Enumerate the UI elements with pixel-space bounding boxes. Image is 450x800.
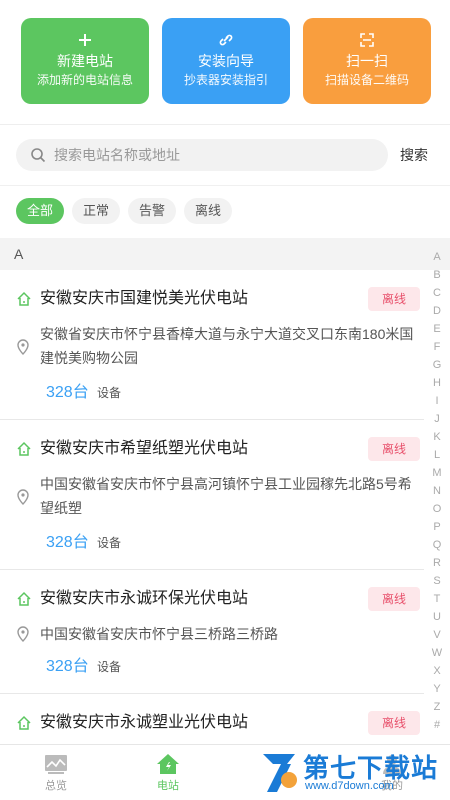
search-icon — [31, 148, 46, 163]
alphabet-letter[interactable]: A — [424, 248, 450, 266]
search-bar: 搜索电站名称或地址 搜索 — [0, 125, 450, 185]
status-badge: 离线 — [368, 711, 420, 735]
device-count: 328台 — [46, 384, 89, 401]
status-filters: 全部 正常 告警 离线 — [0, 186, 450, 236]
status-badge: 离线 — [368, 587, 420, 611]
station-item[interactable]: 安徽安庆市希望纸塑光伏电站 离线 中国安徽省安庆市怀宁县高河镇怀宁县工业园稼先北… — [0, 420, 424, 570]
alphabet-letter[interactable]: Q — [424, 536, 450, 554]
station-name: 安徽安庆市希望纸塑光伏电站 — [40, 440, 249, 457]
device-unit: 设备 — [97, 536, 122, 550]
home-icon — [17, 441, 31, 456]
alphabet-letter[interactable]: L — [424, 446, 450, 464]
alphabet-letter[interactable]: K — [424, 428, 450, 446]
tab-overview-label: 总览 — [45, 780, 67, 792]
station-list: 安徽安庆市国建悦美光伏电站 离线 安徽省安庆市怀宁县香樟大道与永宁大道交叉口东南… — [0, 270, 424, 754]
alphabet-letter[interactable]: M — [424, 464, 450, 482]
station-name: 安徽安庆市永诚塑业光伏电站 — [40, 714, 249, 731]
alphabet-letter[interactable]: H — [424, 374, 450, 392]
filter-normal[interactable]: 正常 — [72, 198, 120, 224]
alphabet-letter[interactable]: I — [424, 392, 450, 410]
chart-icon — [45, 755, 67, 774]
home-icon — [17, 591, 31, 606]
alphabet-index[interactable]: A B C D E F G H I J K L M N O P Q R S T U V W X Y Z # — [424, 248, 450, 734]
station-item[interactable]: 安徽安庆市永诚环保光伏电站 离线 中国安徽省安庆市怀宁县三桥路三桥路 328台 … — [0, 570, 424, 694]
scan-card[interactable]: 扫一扫 扫描设备二维码 — [303, 18, 431, 104]
alphabet-letter[interactable]: V — [424, 626, 450, 644]
alphabet-letter[interactable]: W — [424, 644, 450, 662]
new-station-title: 新建电站 — [57, 53, 113, 69]
filter-alarm[interactable]: 告警 — [128, 198, 176, 224]
alphabet-letter[interactable]: N — [424, 482, 450, 500]
station-name: 安徽安庆市国建悦美光伏电站 — [40, 290, 249, 307]
search-input[interactable]: 搜索电站名称或地址 — [16, 139, 388, 171]
new-station-subtitle: 添加新的电站信息 — [36, 73, 133, 87]
status-badge: 离线 — [368, 287, 420, 311]
tab-stations-label: 电站 — [157, 780, 179, 792]
search-placeholder: 搜索电站名称或地址 — [54, 147, 180, 163]
watermark-logo — [263, 754, 297, 792]
new-station-card[interactable]: 新建电站 添加新的电站信息 — [21, 18, 149, 104]
link-icon — [219, 34, 233, 46]
alphabet-letter[interactable]: S — [424, 572, 450, 590]
status-badge: 离线 — [368, 437, 420, 461]
scan-title: 扫一扫 — [346, 53, 388, 69]
station-address: 中国安徽省安庆市怀宁县高河镇怀宁县工业园稼先北路5号希望纸塑 — [40, 476, 412, 516]
home-icon — [157, 754, 179, 774]
device-count: 328台 — [46, 534, 89, 551]
device-unit: 设备 — [97, 386, 122, 400]
alphabet-letter[interactable]: X — [424, 662, 450, 680]
filter-all[interactable]: 全部 — [16, 198, 64, 224]
watermark: 第七下载站 www.d7down.com — [257, 746, 447, 798]
section-header: A — [0, 238, 450, 270]
tab-stations[interactable]: 电站 — [112, 745, 224, 800]
install-guide-card[interactable]: 安装向导 抄表器安装指引 — [162, 18, 290, 104]
section-letter: A — [14, 246, 24, 262]
station-item[interactable]: 安徽安庆市国建悦美光伏电站 离线 安徽省安庆市怀宁县香樟大道与永宁大道交叉口东南… — [0, 270, 424, 420]
tab-overview[interactable]: 总览 — [0, 745, 112, 800]
alphabet-letter[interactable]: T — [424, 590, 450, 608]
scan-icon — [360, 33, 374, 47]
alphabet-letter[interactable]: B — [424, 266, 450, 284]
watermark-url: www.d7down.com — [305, 780, 394, 792]
alphabet-letter[interactable]: C — [424, 284, 450, 302]
alphabet-letter[interactable]: D — [424, 302, 450, 320]
home-icon — [17, 715, 31, 730]
alphabet-letter[interactable]: Y — [424, 680, 450, 698]
alphabet-letter[interactable]: O — [424, 500, 450, 518]
location-pin-icon — [17, 626, 29, 642]
alphabet-letter[interactable]: Z — [424, 698, 450, 716]
device-unit: 设备 — [97, 660, 122, 674]
station-address: 安徽省安庆市怀宁县香樟大道与永宁大道交叉口东南180米国建悦美购物公园 — [40, 326, 414, 366]
install-guide-subtitle: 抄表器安装指引 — [183, 73, 268, 87]
alphabet-letter[interactable]: F — [424, 338, 450, 356]
alphabet-letter[interactable]: G — [424, 356, 450, 374]
station-address: 中国安徽省安庆市怀宁县三桥路三桥路 — [40, 626, 278, 642]
alphabet-letter[interactable]: # — [424, 716, 450, 734]
station-name: 安徽安庆市永诚环保光伏电站 — [40, 590, 249, 607]
alphabet-letter[interactable]: U — [424, 608, 450, 626]
alphabet-letter[interactable]: P — [424, 518, 450, 536]
device-count: 328台 — [46, 658, 89, 675]
scan-subtitle: 扫描设备二维码 — [324, 73, 409, 87]
home-icon — [17, 291, 31, 306]
alphabet-letter[interactable]: R — [424, 554, 450, 572]
alphabet-letter[interactable]: J — [424, 410, 450, 428]
filter-offline[interactable]: 离线 — [184, 198, 232, 224]
location-pin-icon — [17, 489, 29, 505]
install-guide-title: 安装向导 — [198, 53, 254, 69]
location-pin-icon — [17, 339, 29, 355]
search-button[interactable]: 搜索 — [400, 139, 428, 171]
quick-actions: 新建电站 添加新的电站信息 安装向导 抄表器安装指引 扫一扫 扫描设备二维码 — [0, 0, 450, 124]
alphabet-letter[interactable]: E — [424, 320, 450, 338]
plus-icon — [79, 34, 91, 46]
